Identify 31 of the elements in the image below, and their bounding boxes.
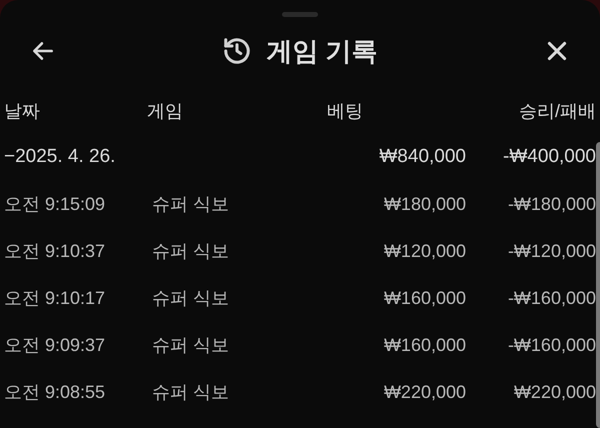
history-icon	[222, 36, 252, 66]
table-cell-text: ₩160,000	[382, 287, 466, 310]
table-cell-text: 슈퍼 식보	[152, 334, 230, 357]
drag-handle[interactable]	[282, 12, 318, 17]
table-cell-text: -₩160,000	[506, 334, 596, 357]
table-cell-text: ₩160,000	[382, 334, 466, 357]
table-cell-text: 오전 9:09:37	[4, 334, 106, 357]
table-cell-text: 오전 9:08:55	[4, 381, 106, 404]
table-cell-text: 오전 9:15:09	[4, 193, 106, 216]
page-title: 게임 기록	[266, 34, 378, 68]
table-cell-text: ₩840,000	[378, 144, 466, 169]
table-cell-text: -₩120,000	[506, 240, 596, 263]
column-header: 승리/패배	[518, 100, 596, 122]
scrollbar[interactable]	[596, 142, 600, 428]
table-cell-text: 슈퍼 식보	[152, 287, 230, 310]
column-header: 베팅	[327, 100, 364, 122]
table-cell-text: 슈퍼 식보	[152, 381, 230, 404]
table-cell-text: ₩220,000	[382, 381, 466, 404]
column-header: 게임	[147, 100, 184, 122]
table-cell-text: 슈퍼 식보	[152, 240, 230, 263]
table-cell-text: 오전 9:10:37	[4, 240, 106, 263]
table-cell-text: 슈퍼 식보	[152, 193, 230, 216]
table-cell-text: -₩160,000	[506, 287, 596, 310]
table-cell-text: ₩180,000	[382, 193, 466, 216]
table-cell-text: -₩180,000	[506, 193, 596, 216]
table-cell-text: 오전 9:10:17	[4, 287, 106, 310]
table-cell-text: ₩220,000	[512, 381, 596, 404]
column-header: 날짜	[4, 100, 41, 122]
date-group-toggle[interactable]: −2025. 4. 26.	[4, 142, 116, 172]
table-cell-text: -₩400,000	[502, 144, 596, 169]
table-cell-text: ₩120,000	[382, 240, 466, 263]
